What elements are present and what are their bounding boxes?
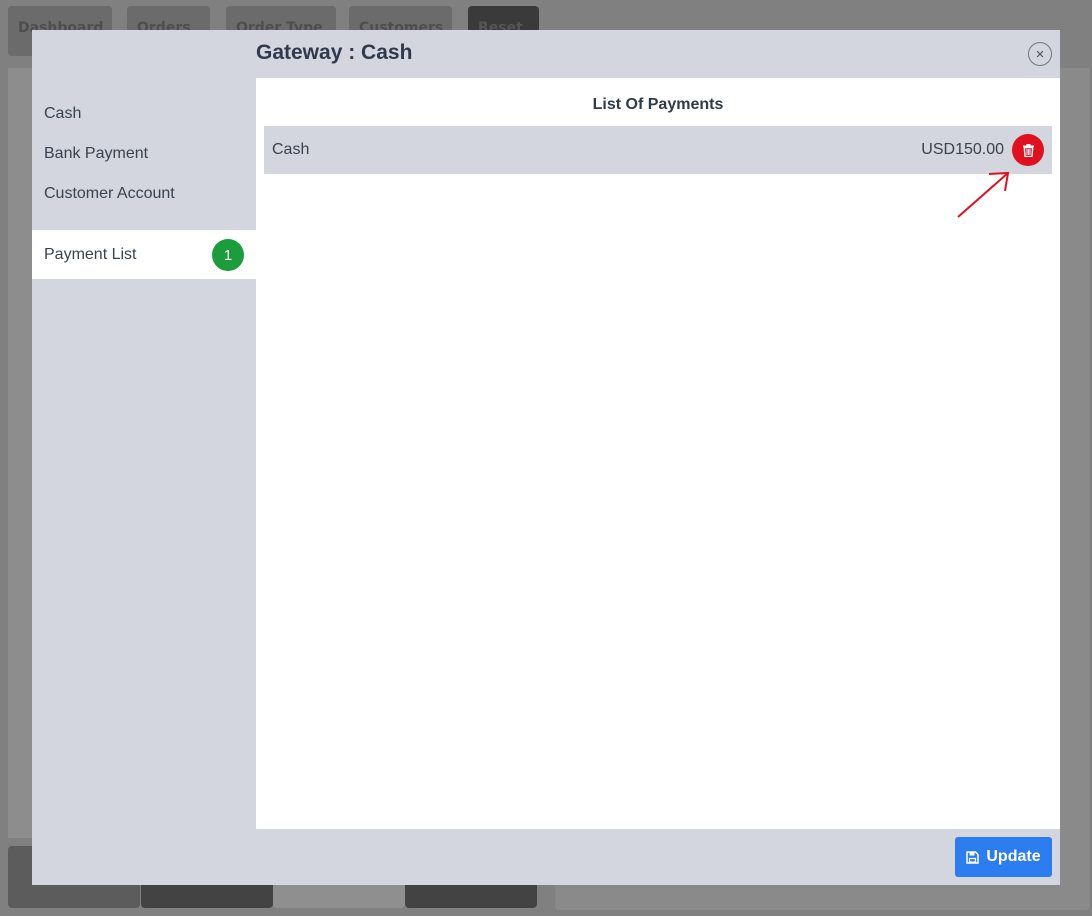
list-heading: List Of Payments: [592, 96, 724, 113]
payment-list-panel: List Of Payments Cash USD150.00: [256, 78, 1060, 829]
sidebar-item-label: Bank Payment: [44, 145, 149, 162]
payment-method: Cash: [272, 141, 310, 158]
annotation-arrow-icon: [957, 171, 1010, 218]
update-button[interactable]: Update: [955, 837, 1052, 877]
sidebar-item-cash[interactable]: Cash: [32, 94, 256, 134]
sidebar-item-payment-list[interactable]: Payment List 1: [32, 230, 256, 279]
payment-count-badge: 1: [212, 239, 244, 271]
bg-right-panel: [1060, 68, 1090, 888]
close-button[interactable]: ×: [1028, 42, 1052, 66]
close-icon: ×: [1035, 45, 1045, 63]
sidebar-item-label: Customer Account: [44, 185, 175, 202]
payment-gateway-modal: Gateway : Cash × Cash Bank Payment Custo…: [32, 30, 1060, 885]
payment-row: Cash USD150.00: [264, 126, 1052, 174]
payment-amount: USD150.00: [921, 141, 1004, 158]
sidebar-item-label: Cash: [44, 105, 82, 122]
delete-payment-button[interactable]: [1012, 134, 1044, 166]
sidebar-item-customer-account[interactable]: Customer Account: [32, 174, 256, 214]
sidebar-item-label: Payment List: [44, 245, 137, 263]
modal-title: Gateway : Cash: [256, 41, 413, 64]
update-label: Update: [986, 848, 1041, 865]
save-icon: [966, 850, 980, 864]
trash-icon: [1022, 143, 1034, 157]
sidebar-item-bank-payment[interactable]: Bank Payment: [32, 134, 256, 174]
